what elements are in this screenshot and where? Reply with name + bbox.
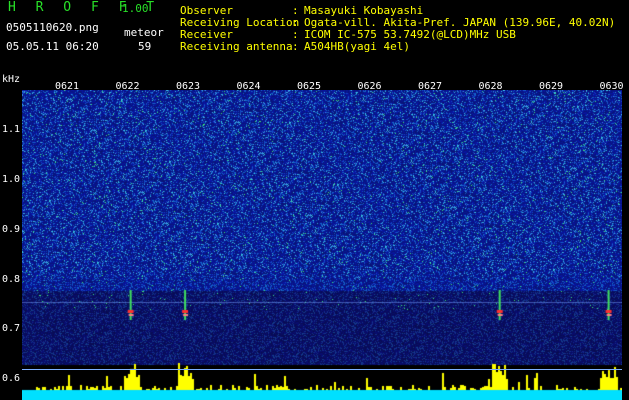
time-tick-label: 0624 [236, 81, 261, 92]
frequency-tick-label: 0.8 [2, 274, 21, 285]
time-tick-label: 0629 [539, 81, 564, 92]
info-value-receiver: ICOM IC-575 53.7492(@LCD)MHz USB [304, 28, 516, 41]
info-colon: : [292, 4, 299, 17]
file-name: 0505110620.png [6, 21, 99, 34]
spectrogram-canvas [22, 90, 622, 400]
time-tick-label: 0627 [418, 81, 443, 92]
app-version: 1.00 [122, 2, 149, 15]
info-colon: : [292, 28, 299, 41]
baseline-divider [22, 369, 622, 370]
info-label-receiver: Receiver [180, 28, 233, 41]
info-label-location: Receiving Location [180, 16, 300, 29]
time-tick-label: 0628 [478, 81, 503, 92]
time-tick-label: 0622 [115, 81, 140, 92]
time-tick-label: 0621 [55, 81, 80, 92]
info-label-antenna: Receiving antenna [180, 40, 293, 53]
info-colon: : [292, 16, 299, 29]
info-value-antenna: A504HB(yagi 4el) [304, 40, 410, 53]
meteor-label: meteor [124, 26, 164, 39]
frequency-tick-label: 1.1 [2, 124, 21, 135]
info-value-location: Ogata-vill. Akita-Pref. JAPAN (139.96E, … [304, 16, 616, 29]
time-tick-label: 0623 [176, 81, 201, 92]
date-time: 05.05.11 06:20 [6, 40, 99, 53]
info-colon: : [292, 40, 299, 53]
info-value-observer: Masayuki Kobayashi [304, 4, 424, 17]
frequency-tick-label: 0.7 [2, 323, 21, 334]
frequency-tick-label: 0.9 [2, 224, 21, 235]
time-tick-label: 0626 [357, 81, 382, 92]
y-axis-unit: kHz [2, 74, 21, 85]
info-label-observer: Observer [180, 4, 233, 17]
frequency-tick-label: 0.6 [2, 373, 21, 384]
meteor-count: 59 [138, 40, 152, 53]
frequency-tick-label: 1.0 [2, 174, 21, 185]
time-tick-label: 0630 [599, 81, 624, 92]
time-tick-label: 0625 [297, 81, 322, 92]
